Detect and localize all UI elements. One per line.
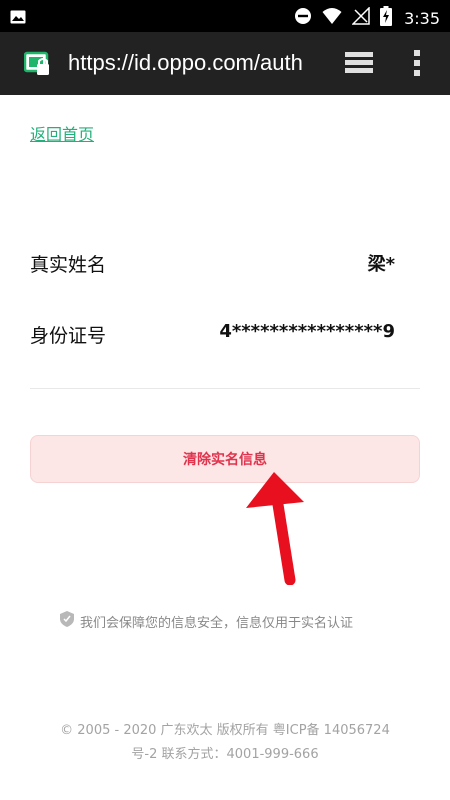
- id-number-label: 身份证号: [30, 325, 107, 347]
- footer: © 2005 - 2020 广东欢太 版权所有 粤ICP备 14056724 号…: [0, 719, 450, 767]
- footer-contact: 号-2 联系方式：4001-999-666: [131, 747, 319, 762]
- do-not-disturb-icon: [294, 7, 312, 29]
- real-name-label: 真实姓名: [30, 254, 107, 276]
- tabs-icon[interactable]: [344, 50, 374, 80]
- lock-icon[interactable]: [23, 50, 52, 82]
- battery-charging-icon: [380, 6, 393, 30]
- real-name-value: 梁*: [367, 254, 395, 275]
- clear-real-name-button[interactable]: 清除实名信息: [30, 435, 420, 483]
- wifi-icon: [322, 7, 342, 29]
- id-number-row: 身份证号 4****************9: [30, 321, 395, 351]
- browser-toolbar: https://id.oppo.com/auth: [0, 32, 450, 95]
- real-name-row: 真实姓名 梁*: [30, 250, 395, 280]
- signal-icon: [351, 6, 370, 29]
- clock: 3:35: [404, 8, 440, 28]
- status-bar: 3:35: [0, 0, 450, 32]
- security-notice: 我们会保障您的信息安全，信息仅用于实名认证: [60, 611, 353, 631]
- footer-copyright: © 2005 - 2020 广东欢太 版权所有 粤ICP备 14056724: [60, 723, 390, 738]
- arrow-annotation-icon: [240, 470, 320, 589]
- divider: [30, 388, 420, 389]
- back-to-home-link[interactable]: 返回首页: [30, 121, 94, 145]
- image-icon: [10, 9, 26, 28]
- id-number-value: 4****************9: [219, 321, 395, 342]
- more-menu-icon[interactable]: [413, 48, 421, 82]
- security-notice-text: 我们会保障您的信息安全，信息仅用于实名认证: [80, 615, 354, 631]
- shield-icon: [60, 611, 74, 631]
- url-field[interactable]: https://id.oppo.com/auth: [68, 50, 320, 76]
